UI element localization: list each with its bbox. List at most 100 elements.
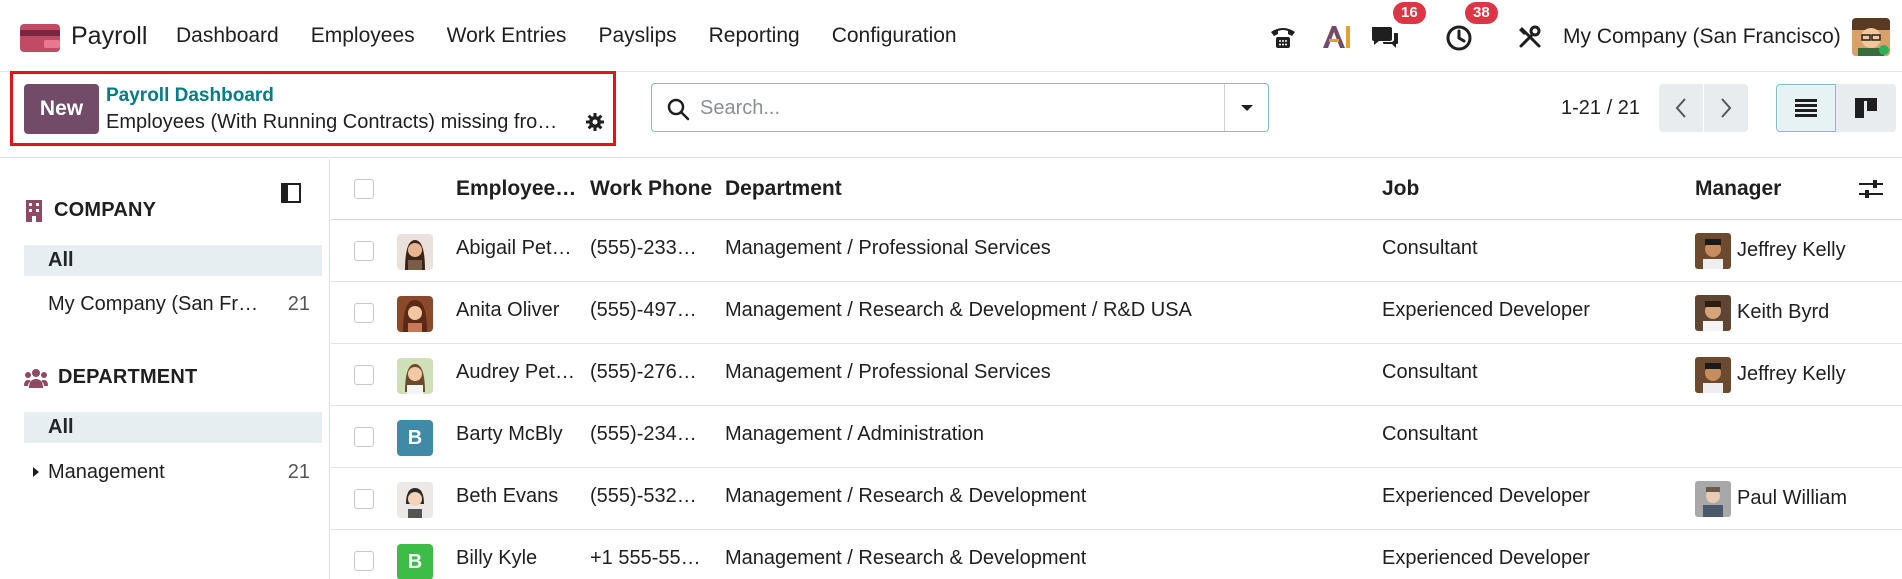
chat-badge: 16 [1393,2,1426,24]
main-menu: Dashboard Employees Work Entries Payslip… [176,24,989,48]
app-name[interactable]: Payroll [71,22,147,51]
company-switcher[interactable]: My Company (San Francisco) [1563,25,1841,49]
pager-previous-button[interactable] [1659,84,1703,132]
department: Management / Research & Development [725,547,1087,569]
column-employee-name[interactable]: Employee Name [456,177,580,201]
table-row[interactable]: B Barty McBly (555)-234-5678 Management … [331,406,1902,468]
table-row[interactable]: Anita Oliver (555)-497-5346 Management /… [331,282,1902,344]
pager-value[interactable]: 1-21 / 21 [1561,97,1640,120]
gear-icon[interactable] [585,112,605,132]
department-filter-all[interactable]: All [24,412,322,443]
employee-name: Billy Kyle [456,547,538,569]
manager-avatar [1695,357,1731,393]
search-input[interactable]: Search... [700,97,780,120]
building-icon [26,199,42,222]
table-row[interactable]: Beth Evans (555)-532-3841 Management / R… [331,468,1902,530]
users-icon [24,368,48,388]
menu-item-payslips[interactable]: Payslips [598,24,676,48]
department: Management / Professional Services [725,237,1051,259]
department: Management / Research & Development / R&… [725,299,1192,321]
department: Management / Professional Services [725,361,1051,383]
table-row[interactable]: B Billy Kyle +1 555-555-5555 Management … [331,530,1902,579]
employee-name: Barty McBly [456,423,563,445]
row-checkbox[interactable] [354,427,374,447]
company-filter-count: 21 [287,293,310,315]
work-phone: (555)-276-7903 [590,361,702,383]
employee-avatar [397,234,433,270]
job: Experienced Developer [1382,485,1590,507]
job: Consultant [1382,237,1478,259]
department: Management / Administration [725,423,985,445]
manager-name: Paul William [1737,487,1848,509]
kanban-icon [1855,98,1877,118]
row-checkbox[interactable] [354,365,374,385]
company-filter-all[interactable]: All [24,245,322,276]
manager-avatar [1695,233,1731,269]
search-bar[interactable]: Search... [651,83,1269,132]
search-icon [667,98,690,121]
employee-avatar [397,358,433,394]
row-checkbox[interactable] [354,241,374,261]
table-row[interactable]: Abigail Peterson (555)-233-3393 Manageme… [331,220,1902,282]
job: Experienced Developer [1382,299,1590,321]
menu-item-reporting[interactable]: Reporting [709,24,800,48]
manager-avatar [1695,295,1731,331]
phone-icon[interactable] [1268,22,1298,52]
department-section-heading: DEPARTMENT [24,366,197,389]
manager-name: Keith Byrd [1737,301,1830,323]
table-header: Employee Name Work Phone Department Job … [331,159,1902,220]
manager-name: Jeffrey Kelly [1737,239,1846,261]
work-phone: (555)-233-3393 [590,237,702,259]
department-heading-label: DEPARTMENT [58,366,198,388]
select-all-checkbox[interactable] [354,179,374,199]
company-section-heading: COMPANY [24,199,156,222]
optional-columns-icon[interactable] [1859,179,1883,199]
menu-item-dashboard[interactable]: Dashboard [176,24,279,48]
company-filter-label: My Company (San Francisco) [48,293,268,315]
employee-avatar [397,482,433,518]
job: Experienced Developer [1382,547,1590,569]
employee-name: Anita Oliver [456,299,560,321]
breadcrumb-current: Employees (With Running Contracts) missi… [106,111,572,133]
user-avatar[interactable] [1852,18,1890,56]
row-checkbox[interactable] [354,551,374,571]
caret-right-icon[interactable] [32,466,40,478]
search-panel-sidebar: COMPANY All My Company (San Francisco) 2… [0,159,330,579]
tools-icon[interactable] [1518,25,1542,49]
activity-badge: 38 [1465,2,1498,24]
column-work-phone[interactable]: Work Phone [590,177,712,201]
row-checkbox[interactable] [354,303,374,323]
menu-item-employees[interactable]: Employees [311,24,415,48]
job: Consultant [1382,423,1478,445]
highlight-annotation-box [10,71,616,146]
manager-name: Jeffrey Kelly [1737,363,1846,385]
menu-item-configuration[interactable]: Configuration [832,24,957,48]
new-button[interactable]: New [24,84,99,134]
kanban-view-button[interactable] [1836,84,1896,132]
work-phone: (555)-234-5678 [590,423,702,445]
employee-avatar: B [397,420,433,456]
chat-icon[interactable] [1370,25,1400,51]
chevron-right-icon [1721,98,1732,118]
payroll-app-icon[interactable] [20,22,60,54]
column-department[interactable]: Department [725,177,842,201]
department-filter-count: 21 [287,461,310,483]
table-row[interactable]: Audrey Peterson (555)-276-7903 Managemen… [331,344,1902,406]
search-options-toggle[interactable] [1224,84,1268,131]
work-phone: (555)-497-5346 [590,299,702,321]
list-icon [1795,99,1817,117]
employee-name: Beth Evans [456,485,559,507]
column-manager[interactable]: Manager [1695,177,1781,201]
sidebar-toggle-icon[interactable] [281,183,301,203]
manager-avatar [1695,481,1731,517]
employee-name: Audrey Peterson [456,361,578,383]
column-job[interactable]: Job [1382,177,1419,201]
list-view-button[interactable] [1776,84,1836,132]
pager-next-button[interactable] [1704,84,1748,132]
activity-clock-icon[interactable] [1445,24,1473,52]
menu-item-work-entries[interactable]: Work Entries [447,24,567,48]
ai-icon[interactable] [1321,24,1351,50]
breadcrumb-payroll-dashboard[interactable]: Payroll Dashboard [106,85,274,107]
employee-list-table: Employee Name Work Phone Department Job … [331,159,1902,579]
row-checkbox[interactable] [354,489,374,509]
